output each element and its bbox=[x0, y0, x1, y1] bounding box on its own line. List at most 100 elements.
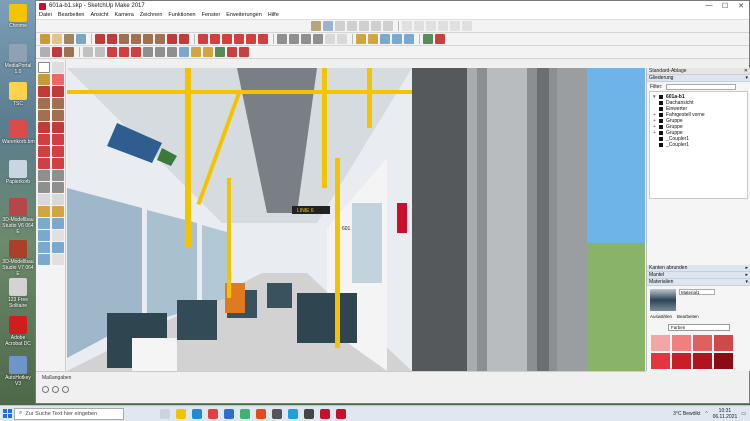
menu-fenster[interactable]: Fenster bbox=[202, 12, 221, 18]
edge-icon[interactable] bbox=[192, 408, 202, 419]
line-icon[interactable] bbox=[95, 34, 105, 44]
network-icon[interactable]: ⌃ bbox=[704, 411, 708, 417]
notification-icon[interactable]: ▭ bbox=[741, 411, 746, 417]
desktop-icon[interactable]: MediaPortal 1.0 bbox=[2, 44, 34, 75]
material-library-select[interactable]: Farben bbox=[668, 323, 730, 331]
color-swatch[interactable] bbox=[693, 353, 712, 369]
zoom-icon[interactable] bbox=[38, 218, 50, 229]
app-icon[interactable] bbox=[208, 408, 218, 419]
maximize-button[interactable]: ☐ bbox=[717, 2, 733, 10]
tab-select[interactable]: Auswählen bbox=[650, 314, 672, 321]
protractor-icon[interactable] bbox=[301, 34, 311, 44]
tray-section-edges[interactable]: Kanten abrunden ▸ bbox=[647, 265, 750, 272]
weather-widget[interactable]: 3°C Bewölkt bbox=[673, 411, 700, 417]
select-arrow-icon[interactable] bbox=[38, 62, 50, 73]
home-icon[interactable] bbox=[311, 21, 321, 31]
move-icon[interactable] bbox=[198, 34, 208, 44]
collapse-icon[interactable]: ▾ bbox=[745, 75, 748, 81]
clock[interactable]: 10:31 06.11.2021 bbox=[713, 408, 738, 420]
tool-icon[interactable] bbox=[83, 47, 93, 57]
color-swatch[interactable] bbox=[672, 353, 691, 369]
textured-icon[interactable] bbox=[450, 21, 460, 31]
menu-zeichnen[interactable]: Zeichnen bbox=[140, 12, 163, 18]
wireframe-icon[interactable] bbox=[414, 21, 424, 31]
credits-icon[interactable] bbox=[52, 386, 59, 393]
line-icon[interactable] bbox=[38, 86, 50, 97]
freehand-icon[interactable] bbox=[52, 86, 64, 97]
app-icon[interactable] bbox=[304, 408, 314, 419]
eraser-icon[interactable] bbox=[52, 74, 64, 85]
pan-icon[interactable] bbox=[368, 34, 378, 44]
make-component-icon[interactable] bbox=[52, 34, 62, 44]
rotated-rect-icon[interactable] bbox=[52, 98, 64, 109]
tool-icon[interactable] bbox=[131, 47, 141, 57]
axes-icon[interactable] bbox=[38, 194, 50, 205]
tray-section-entities[interactable]: Mantel ▸ bbox=[647, 272, 750, 279]
pencil-icon[interactable] bbox=[52, 47, 62, 57]
rotate-icon[interactable] bbox=[38, 146, 50, 157]
rectangle-icon[interactable] bbox=[38, 98, 50, 109]
hidden-line-icon[interactable] bbox=[426, 21, 436, 31]
tool-icon[interactable] bbox=[167, 47, 177, 57]
desktop-icon[interactable]: Adobe Acrobat DC bbox=[2, 316, 34, 347]
task-view-icon[interactable] bbox=[160, 408, 170, 419]
follow-me-icon[interactable] bbox=[234, 34, 244, 44]
move-icon[interactable] bbox=[38, 134, 50, 145]
expand-icon[interactable]: ▸ bbox=[745, 265, 748, 271]
xray-icon[interactable] bbox=[402, 21, 412, 31]
pie-icon[interactable] bbox=[179, 34, 189, 44]
minimize-button[interactable]: — bbox=[701, 2, 717, 10]
circle-icon[interactable] bbox=[38, 110, 50, 121]
help-icon[interactable] bbox=[62, 386, 69, 393]
menu-kamera[interactable]: Kamera bbox=[115, 12, 134, 18]
tool-icon[interactable] bbox=[143, 47, 153, 57]
front-view-icon[interactable] bbox=[347, 21, 357, 31]
look-around-icon[interactable] bbox=[52, 242, 64, 253]
dimension-icon[interactable] bbox=[289, 34, 299, 44]
tool-icon[interactable] bbox=[203, 47, 213, 57]
circle-icon[interactable] bbox=[143, 34, 153, 44]
desktop-icon[interactable]: TSC bbox=[2, 82, 34, 107]
tab-edit[interactable]: Bearbeiten bbox=[677, 314, 699, 321]
text-icon[interactable] bbox=[313, 34, 323, 44]
eraser-icon[interactable] bbox=[64, 34, 74, 44]
follow-me-icon[interactable] bbox=[52, 146, 64, 157]
position-camera-icon[interactable] bbox=[38, 242, 50, 253]
desktop-icon[interactable]: AutoHotkey V3 bbox=[2, 356, 34, 387]
menu-datei[interactable]: Datei bbox=[39, 12, 52, 18]
scale-icon[interactable] bbox=[38, 158, 50, 169]
top-view-icon[interactable] bbox=[335, 21, 345, 31]
zoom-icon[interactable] bbox=[380, 34, 390, 44]
start-button[interactable] bbox=[0, 409, 14, 418]
menu-ansicht[interactable]: Ansicht bbox=[90, 12, 108, 18]
paint-icon[interactable] bbox=[38, 74, 50, 85]
desktop-icon[interactable]: Warenkorb.bmp bbox=[2, 120, 37, 145]
3d-text-icon[interactable] bbox=[337, 34, 347, 44]
offset-icon[interactable] bbox=[52, 158, 64, 169]
back-view-icon[interactable] bbox=[371, 21, 381, 31]
previous-view-icon[interactable] bbox=[52, 230, 64, 241]
left-view-icon[interactable] bbox=[383, 21, 393, 31]
axes-icon[interactable] bbox=[325, 34, 335, 44]
monochrome-icon[interactable] bbox=[462, 21, 472, 31]
polygon-icon[interactable] bbox=[52, 110, 64, 121]
app-icon[interactable] bbox=[336, 408, 346, 419]
tool-icon[interactable] bbox=[227, 47, 237, 57]
desktop-icon[interactable]: 3D-Modellbau Studio V7 064 E bbox=[2, 240, 34, 277]
offset-icon[interactable] bbox=[258, 34, 268, 44]
rectangle-icon[interactable] bbox=[119, 34, 129, 44]
rotated-rect-icon[interactable] bbox=[131, 34, 141, 44]
model-viewport[interactable]: LINIE 6 601 bbox=[67, 68, 645, 371]
app-icon[interactable] bbox=[288, 408, 298, 419]
color-swatch[interactable] bbox=[672, 335, 691, 351]
pan-icon[interactable] bbox=[52, 206, 64, 217]
rect-tool-icon[interactable] bbox=[64, 47, 74, 57]
rotate-icon[interactable] bbox=[222, 34, 232, 44]
select-tool-icon[interactable] bbox=[40, 47, 50, 57]
zoom-window-icon[interactable] bbox=[52, 218, 64, 229]
desktop-icon[interactable]: 3D-Modellbau Studio V6 064 E bbox=[2, 198, 34, 235]
walk-icon[interactable] bbox=[38, 254, 50, 265]
close-button[interactable]: ✕ bbox=[733, 2, 749, 10]
outliner-item[interactable]: _Coupler1 bbox=[653, 142, 744, 148]
expand-icon[interactable]: ▸ bbox=[745, 272, 748, 278]
